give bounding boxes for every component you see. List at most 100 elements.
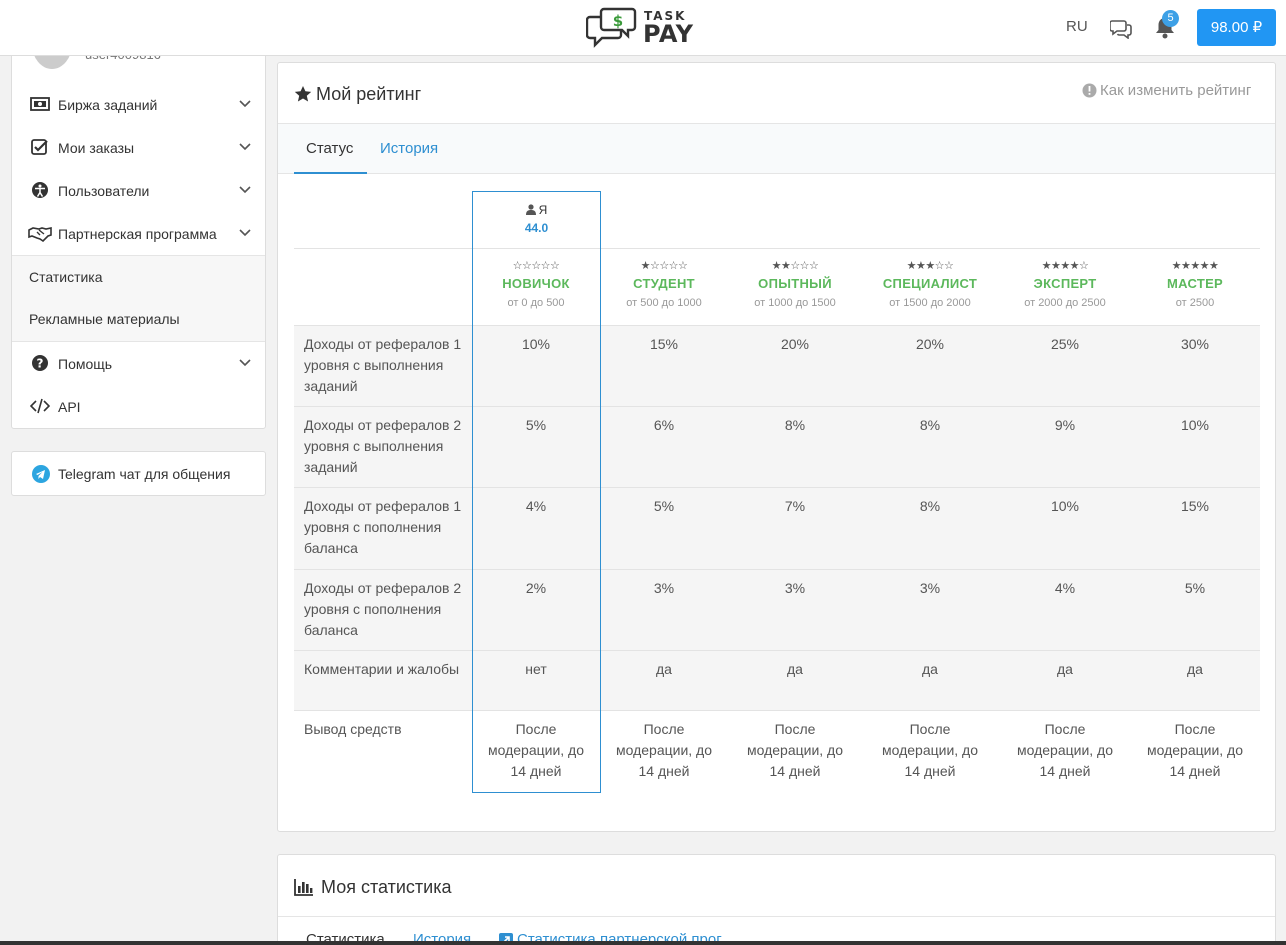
question-icon: ? — [32, 355, 48, 371]
logo-text-bottom: PAY — [643, 20, 694, 48]
level-name: НОВИЧОК — [502, 276, 570, 291]
telegram-chat-link[interactable]: Telegram чат для общения — [11, 451, 266, 496]
level-name: МАСТЕР — [1166, 276, 1224, 291]
me-label: Я — [525, 203, 548, 217]
table-cell: После модерации, до 14 дней — [746, 721, 844, 779]
language-selector[interactable]: RU — [1066, 18, 1088, 35]
telegram-label: Telegram чат для общения — [58, 466, 231, 482]
logo-icon: $ — [586, 7, 637, 48]
table-cell: После модерации, до 14 дней — [487, 721, 585, 779]
sidebar-item-partner[interactable]: Партнерская программа — [12, 212, 265, 255]
telegram-icon — [32, 465, 50, 483]
table-divider — [294, 710, 1260, 711]
table-cell: 7% — [784, 498, 806, 514]
table-cell: 10% — [1180, 417, 1210, 433]
table-cell: да — [787, 661, 803, 677]
row-label: Доходы от рефералов 1 уровня с выполнени… — [304, 336, 462, 394]
table-cell: 5% — [525, 417, 547, 433]
table-cell: 2% — [525, 580, 547, 596]
me-label-text: Я — [538, 203, 548, 217]
table-cell: 3% — [919, 580, 941, 596]
sidebar-item-api[interactable]: API — [12, 385, 265, 428]
notification-badge: 5 — [1162, 10, 1179, 27]
level-header: ★★☆☆☆ ОПЫТНЫЙ от 1000 до 1500 — [731, 259, 859, 309]
rating-panel: Мой рейтинг Как изменить рейтинг Статус … — [277, 62, 1276, 832]
level-header: ★★★☆☆ СПЕЦИАЛИСТ от 1500 до 2000 — [860, 259, 1000, 309]
sidebar-item-label: Мои заказы — [58, 140, 135, 156]
table-cell: 30% — [1180, 336, 1210, 352]
level-stars: ★★★☆☆ — [906, 260, 954, 272]
partner-submenu: Статистика Рекламные материалы — [12, 255, 265, 342]
submenu-item-promo-materials[interactable]: Рекламные материалы — [29, 311, 180, 327]
level-name: ЭКСПЕРТ — [1033, 276, 1097, 291]
statistics-panel: Моя статистика Статистика История Статис… — [277, 854, 1276, 945]
handshake-icon — [28, 227, 52, 242]
sidebar-item-users[interactable]: Пользователи — [12, 169, 265, 212]
table-cell: 20% — [915, 336, 945, 352]
level-range: от 1000 до 1500 — [754, 297, 836, 309]
table-cell: да — [1057, 661, 1073, 677]
svg-text:?: ? — [37, 357, 44, 371]
level-header: ★☆☆☆☆ СТУДЕНТ от 500 до 1000 — [600, 259, 728, 309]
logo[interactable]: $ TASK PAY — [586, 7, 696, 49]
sidebar-item-label: Партнерская программа — [58, 226, 217, 242]
sidebar-item-label: Помощь — [58, 356, 113, 372]
table-cell: 8% — [919, 417, 941, 433]
table-divider — [294, 569, 1260, 570]
balance-button[interactable]: 98.00 ₽ — [1197, 9, 1276, 46]
table-cell: 4% — [525, 498, 547, 514]
table-cell: да — [1187, 661, 1203, 677]
level-name: СТУДЕНТ — [633, 276, 695, 291]
table-cell: 5% — [653, 498, 675, 514]
top-header: $ TASK PAY RU 5 98.00 ₽ — [0, 0, 1286, 56]
sidebar-item-label: Пользователи — [58, 183, 150, 199]
user-icon — [525, 204, 536, 215]
rating-table: Я 44.0 ☆☆☆☆☆ НОВИЧОК от 0 до 500 ★☆☆☆☆ СТУДЕ… — [278, 63, 1275, 833]
table-cell: 8% — [784, 417, 806, 433]
level-header: ☆☆☆☆☆ НОВИЧОК от 0 до 500 — [472, 259, 600, 309]
sidebar-item-tasks[interactable]: Биржа заданий — [12, 83, 265, 126]
table-cell: 3% — [784, 580, 806, 596]
table-cell: 9% — [1054, 417, 1076, 433]
chevron-down-icon — [239, 143, 251, 151]
sidebar-item-help[interactable]: ? Помощь — [12, 342, 265, 385]
sidebar-item-label: Биржа заданий — [58, 97, 158, 113]
table-cell: После модерации, до 14 дней — [615, 721, 713, 779]
table-cell: После модерации, до 14 дней — [881, 721, 979, 779]
bottom-edge — [0, 941, 1286, 945]
table-divider — [294, 487, 1260, 488]
level-header: ★★★★★ МАСТЕР от 2500 — [1133, 259, 1258, 309]
svg-text:$: $ — [613, 12, 623, 30]
chevron-down-icon — [239, 229, 251, 237]
level-name: СПЕЦИАЛИСТ — [882, 276, 978, 291]
bar-chart-icon — [294, 879, 313, 896]
table-cell: да — [656, 661, 672, 677]
table-cell: 15% — [649, 336, 679, 352]
code-icon — [30, 398, 50, 414]
level-stars: ☆☆☆☆☆ — [512, 260, 560, 272]
statistics-title: Моя статистика — [321, 877, 452, 897]
level-name: ОПЫТНЫЙ — [758, 276, 832, 291]
row-label: Комментарии и жалобы — [304, 661, 460, 677]
table-cell: 20% — [780, 336, 810, 352]
submenu-item-statistics[interactable]: Статистика — [29, 269, 103, 285]
table-cell: 4% — [1054, 580, 1076, 596]
checkbox-icon — [31, 139, 48, 155]
table-cell: 15% — [1180, 498, 1210, 514]
table-divider — [294, 325, 1260, 326]
sidebar-item-orders[interactable]: Мои заказы — [12, 126, 265, 169]
accessibility-icon — [32, 182, 48, 198]
table-cell: 10% — [1050, 498, 1080, 514]
table-divider — [294, 406, 1260, 407]
chevron-down-icon — [239, 186, 251, 194]
level-range: от 0 до 500 — [507, 297, 565, 309]
table-cell: нет — [525, 661, 547, 677]
table-cell: 10% — [521, 336, 551, 352]
level-range: от 1500 до 2000 — [889, 297, 971, 309]
chat-icon[interactable] — [1110, 17, 1132, 39]
table-cell: 8% — [919, 498, 941, 514]
level-stars: ★★★★★ — [1171, 260, 1219, 272]
chevron-down-icon — [239, 100, 251, 108]
money-icon — [30, 97, 50, 111]
table-divider — [294, 248, 1260, 249]
